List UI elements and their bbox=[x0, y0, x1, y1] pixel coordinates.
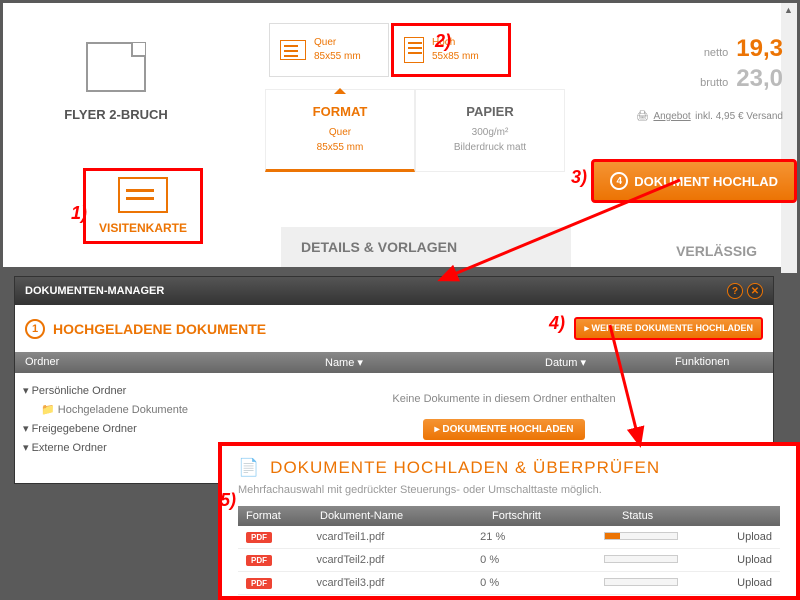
upload-icon: 📄 bbox=[238, 458, 260, 478]
upload-docs-button[interactable]: ▸ DOKUMENTE HOCHLADEN bbox=[423, 419, 586, 440]
pdf-badge: PDF bbox=[246, 578, 272, 589]
angebot-link[interactable]: Angebot bbox=[653, 111, 690, 122]
tree-shared[interactable]: ▾ Freigegebene Ordner bbox=[23, 419, 227, 438]
help-icon[interactable]: ? bbox=[727, 283, 743, 299]
verlassig-label: VERLÄSSIG bbox=[676, 243, 757, 259]
upload-action[interactable]: Upload bbox=[737, 554, 772, 566]
options-area: Quer85x55 mm Hoch55x85 mm FORMAT Quer85x… bbox=[265, 3, 565, 172]
dm-columns: Ordner Name ▾ Datum ▾ Funktionen bbox=[15, 352, 773, 373]
pdf-badge: PDF bbox=[246, 532, 272, 543]
upload-row[interactable]: PDF vcardTeil3.pdf0 % Upload bbox=[238, 572, 780, 595]
file-progress-pct: 0 % bbox=[480, 577, 604, 589]
upload-panel: 📄 DOKUMENTE HOCHLADEN & ÜBERPRÜFEN Mehrfa… bbox=[218, 442, 800, 600]
product-flyer[interactable]: FLYER 2-BRUCH bbox=[21, 27, 211, 122]
step-circle-icon: 1 bbox=[25, 319, 45, 339]
option-quer[interactable]: Quer 85x55 mm bbox=[269, 23, 389, 77]
details-bar[interactable]: DETAILS & VORLAGEN bbox=[281, 227, 571, 267]
price-brutto: 23,0 bbox=[736, 65, 783, 92]
step-4-marker: 4) bbox=[549, 313, 565, 334]
tree-personal[interactable]: ▾ Persönliche Ordner bbox=[23, 381, 227, 400]
tree-uploaded[interactable]: 📁 Hochgeladene Dokumente bbox=[23, 400, 227, 419]
price-area: netto19,3 brutto23,0 🖨 Angebot inkl. 4,9… bbox=[597, 33, 797, 124]
print-icon: 🖨 bbox=[636, 111, 649, 122]
upload-subtitle: Mehrfachauswahl mit gedrückter Steuerung… bbox=[238, 484, 780, 496]
tab-papier[interactable]: PAPIER 300g/m²Bilderdruck matt bbox=[415, 89, 565, 172]
upload-title: DOKUMENTE HOCHLADEN & ÜBERPRÜFEN bbox=[270, 458, 660, 478]
visitenkarte-icon bbox=[118, 177, 168, 213]
upload-row[interactable]: PDF vcardTeil2.pdf0 % Upload bbox=[238, 549, 780, 572]
progress-bar bbox=[604, 578, 678, 586]
papier-title: PAPIER bbox=[422, 104, 558, 119]
file-name: vcardTeil2.pdf bbox=[316, 554, 480, 566]
file-name: vcardTeil3.pdf bbox=[316, 577, 480, 589]
step-3-marker: 3) bbox=[571, 167, 587, 188]
dm-header: DOKUMENTEN-MANAGER ? ✕ bbox=[15, 277, 773, 305]
file-progress-pct: 0 % bbox=[480, 554, 604, 566]
upload-document-button[interactable]: 4 DOKUMENT HOCHLAD bbox=[591, 159, 797, 203]
format-title: FORMAT bbox=[272, 104, 408, 119]
price-netto: 19,3 bbox=[736, 35, 783, 62]
step-circle-icon: 4 bbox=[610, 172, 628, 190]
upload-columns: Format Dokument-Name Fortschritt Status bbox=[238, 506, 780, 526]
file-name: vcardTeil1.pdf bbox=[316, 531, 480, 543]
progress-bar bbox=[604, 532, 678, 540]
tree-external[interactable]: ▾ Externe Ordner bbox=[23, 438, 227, 457]
top-panel: FLYER 2-BRUCH VISITENKARTE 1) Quer 85x55 … bbox=[0, 0, 800, 270]
dm-title: HOCHGELADENE DOKUMENTE bbox=[53, 321, 266, 337]
lines-icon bbox=[404, 37, 424, 63]
pdf-badge: PDF bbox=[246, 555, 272, 566]
upload-action[interactable]: Upload bbox=[737, 531, 772, 543]
folder-tree: ▾ Persönliche Ordner 📁 Hochgeladene Doku… bbox=[15, 373, 235, 483]
step-2-marker: 2) bbox=[435, 31, 451, 52]
more-upload-button[interactable]: ▸ WEITERE DOKUMENTE HOCHLADEN bbox=[574, 317, 763, 340]
flyer-icon bbox=[86, 42, 146, 92]
progress-bar bbox=[604, 555, 678, 563]
sort-name[interactable]: Name ▾ bbox=[325, 356, 545, 369]
lines-icon bbox=[280, 40, 306, 60]
opt-quer-name: Quer bbox=[314, 37, 336, 48]
file-progress-pct: 21 % bbox=[480, 531, 604, 543]
opt-hoch-size: 55x85 mm bbox=[432, 51, 479, 62]
step-1-marker: 1) bbox=[71, 203, 87, 224]
upload-row[interactable]: PDF vcardTeil1.pdf21 % Upload bbox=[238, 526, 780, 549]
step-5-marker: 5) bbox=[220, 490, 236, 511]
sort-date[interactable]: Datum ▾ bbox=[545, 356, 675, 369]
close-icon[interactable]: ✕ bbox=[747, 283, 763, 299]
flyer-label: FLYER 2-BRUCH bbox=[21, 107, 211, 122]
opt-quer-size: 85x55 mm bbox=[314, 51, 361, 62]
upload-action[interactable]: Upload bbox=[737, 577, 772, 589]
visitenkarte-label: VISITENKARTE bbox=[90, 221, 196, 235]
tab-format[interactable]: FORMAT Quer85x55 mm bbox=[265, 89, 415, 172]
product-visitenkarte[interactable]: VISITENKARTE bbox=[83, 168, 203, 244]
